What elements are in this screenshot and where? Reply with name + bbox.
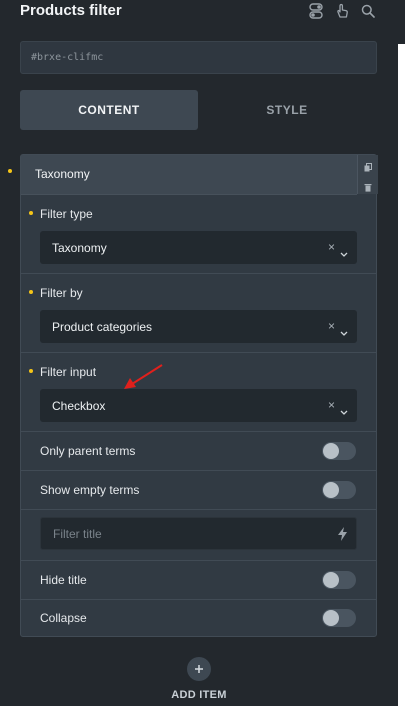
only-parent-terms-label: Only parent terms xyxy=(40,444,136,458)
filter-title-placeholder: Filter title xyxy=(53,527,102,541)
filter-title-row: Filter title xyxy=(21,510,376,561)
hide-title-row: Hide title xyxy=(21,561,376,600)
hide-title-toggle[interactable] xyxy=(322,571,356,589)
filter-by-value: Product categories xyxy=(52,320,153,334)
filter-input-select[interactable]: Checkbox × xyxy=(40,389,357,422)
chevron-down-icon[interactable] xyxy=(340,244,348,262)
toggle-knob xyxy=(323,443,339,459)
filter-item-card: Taxonomy Filter type Taxonomy × Filter b… xyxy=(20,154,378,637)
header-icons xyxy=(308,3,376,19)
clear-icon[interactable]: × xyxy=(328,319,335,333)
changed-indicator-dot xyxy=(29,211,33,215)
filter-title-input[interactable]: Filter title xyxy=(40,517,357,550)
panel-tabs: CONTENT STYLE xyxy=(20,90,377,130)
filter-by-row: Filter by Product categories × xyxy=(21,274,376,353)
annotation-arrow xyxy=(124,364,163,389)
changed-indicator-dot xyxy=(29,290,33,294)
filter-by-select[interactable]: Product categories × xyxy=(40,310,357,343)
pointer-hand-icon[interactable] xyxy=(334,3,350,19)
add-item-button[interactable] xyxy=(187,657,211,681)
bolt-icon[interactable] xyxy=(338,527,347,546)
toggle-icon[interactable] xyxy=(308,3,324,19)
only-parent-terms-toggle[interactable] xyxy=(322,442,356,460)
changed-indicator-dot xyxy=(29,369,33,373)
tab-content[interactable]: CONTENT xyxy=(20,90,198,130)
tab-style[interactable]: STYLE xyxy=(198,90,376,130)
show-empty-terms-toggle[interactable] xyxy=(322,481,356,499)
element-id-input[interactable] xyxy=(20,41,377,74)
filter-item-header[interactable]: Taxonomy xyxy=(21,155,357,195)
chevron-down-icon[interactable] xyxy=(340,323,348,341)
filter-item-actions xyxy=(357,155,378,194)
filter-type-value: Taxonomy xyxy=(52,241,107,255)
panel-title: Products filter xyxy=(20,2,122,19)
clear-icon[interactable]: × xyxy=(328,398,335,412)
filter-type-select[interactable]: Taxonomy × xyxy=(40,231,357,264)
toggle-knob xyxy=(323,610,339,626)
settings-panel: Products filter #brxe-clifmc CONTENT STY… xyxy=(0,0,398,706)
hide-title-label: Hide title xyxy=(40,573,87,587)
show-empty-terms-label: Show empty terms xyxy=(40,483,140,497)
copy-icon[interactable] xyxy=(364,159,372,172)
collapse-label: Collapse xyxy=(40,611,87,625)
only-parent-terms-row: Only parent terms xyxy=(21,432,376,471)
collapse-row: Collapse xyxy=(21,600,376,637)
filter-input-value: Checkbox xyxy=(52,399,106,413)
search-icon[interactable] xyxy=(360,3,376,19)
filter-type-row: Filter type Taxonomy × xyxy=(21,195,376,274)
filter-by-label: Filter by xyxy=(40,286,83,300)
plus-icon xyxy=(195,665,203,673)
filter-input-label: Filter input xyxy=(40,365,97,379)
chevron-down-icon[interactable] xyxy=(340,402,348,420)
toggle-knob xyxy=(323,482,339,498)
canvas-edge xyxy=(398,0,405,706)
show-empty-terms-row: Show empty terms xyxy=(21,471,376,510)
toggle-knob xyxy=(323,572,339,588)
filter-type-label: Filter type xyxy=(40,207,93,221)
collapse-toggle[interactable] xyxy=(322,609,356,627)
filter-item-title: Taxonomy xyxy=(35,167,90,181)
filter-input-row: Filter input Checkbox × xyxy=(21,353,376,432)
clear-icon[interactable]: × xyxy=(328,240,335,254)
changed-indicator-dot xyxy=(8,169,12,173)
add-item-label[interactable]: ADD ITEM xyxy=(0,689,398,701)
trash-icon[interactable] xyxy=(364,179,372,192)
panel-header: Products filter xyxy=(20,0,376,26)
canvas-edge-stub xyxy=(398,0,405,44)
